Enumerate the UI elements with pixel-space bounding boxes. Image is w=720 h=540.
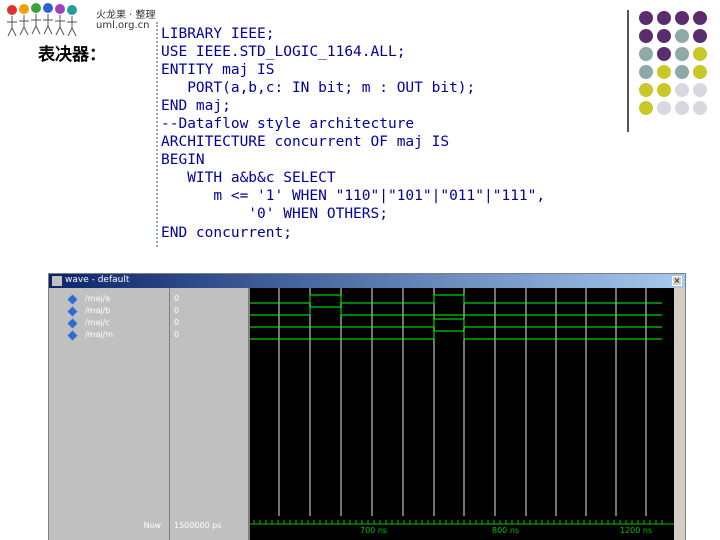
wave-window-title: wave - default <box>65 275 130 285</box>
code-line: END concurrent; <box>161 225 292 241</box>
now-value: 1500000 ps <box>174 521 222 530</box>
vertical-scrollbar[interactable] <box>674 288 685 540</box>
code-line: END maj; <box>161 98 231 114</box>
vhdl-code-block: LIBRARY IEEE; USE IEEE.STD_LOGIC_1164.AL… <box>156 22 598 247</box>
signal-row[interactable]: /maj/b <box>49 306 169 318</box>
code-line: PORT(a,b,c: IN bit; m : OUT bit); <box>161 80 476 96</box>
signal-diamond-icon <box>67 306 78 317</box>
signal-values-pane: 0 0 0 0 1500000 ps <box>170 288 250 540</box>
logo-graphic-icon <box>7 3 77 37</box>
decorative-dots-icon <box>636 8 716 126</box>
code-line: --Dataflow style architecture <box>161 116 415 132</box>
waveform-plot[interactable]: 700 ns 800 ns 1200 ns <box>250 288 674 540</box>
signal-row[interactable]: /maj/m <box>49 330 169 342</box>
signal-name: /maj/b <box>85 306 111 315</box>
time-tick-label: 800 ns <box>492 526 520 535</box>
window-icon <box>52 276 62 286</box>
code-line: BEGIN <box>161 152 205 168</box>
signal-row[interactable]: /maj/c <box>49 318 169 330</box>
signal-diamond-icon <box>67 318 78 329</box>
time-tick-label: 700 ns <box>360 526 388 535</box>
signal-name: /maj/m <box>85 330 114 339</box>
signal-value: 0 <box>174 330 180 339</box>
signal-name: /maj/c <box>85 318 110 327</box>
signal-name: /maj/a <box>85 294 111 303</box>
divider <box>627 10 629 132</box>
slide-label: 表决器： <box>38 45 106 65</box>
signal-value: 0 <box>174 294 180 303</box>
time-tick-label: 1200 ns <box>620 526 653 535</box>
code-line: ARCHITECTURE concurrent OF maj IS <box>161 134 450 150</box>
code-line: WITH a&b&c SELECT <box>161 170 336 186</box>
close-icon[interactable]: × <box>672 276 682 286</box>
code-line: LIBRARY IEEE; <box>161 26 275 42</box>
now-label: Now <box>143 521 161 530</box>
logo-url: uml.org.cn <box>96 20 150 31</box>
signal-names-pane: /maj/a /maj/b /maj/c /maj/m Now <box>49 288 170 540</box>
wave-title-bar[interactable]: wave - default × <box>49 274 685 288</box>
code-line: USE IEEE.STD_LOGIC_1164.ALL; <box>161 44 406 60</box>
logo-text: 火龙果 · 整理 <box>96 10 156 21</box>
code-line: '0' WHEN OTHERS; <box>161 206 388 222</box>
signal-value: 0 <box>174 318 180 327</box>
waveform-svg <box>250 288 674 525</box>
signal-value: 0 <box>174 306 180 315</box>
code-line: ENTITY maj IS <box>161 62 275 78</box>
signal-diamond-icon <box>67 330 78 341</box>
signal-diamond-icon <box>67 294 78 305</box>
wave-window: wave - default × /maj/a /maj/b /maj/c /m… <box>48 273 686 540</box>
signal-row[interactable]: /maj/a <box>49 294 169 306</box>
logo: 火龙果 · 整理 uml.org.cn <box>4 2 156 42</box>
code-line: m <= '1' WHEN "110"|"101"|"011"|"111", <box>161 188 546 204</box>
